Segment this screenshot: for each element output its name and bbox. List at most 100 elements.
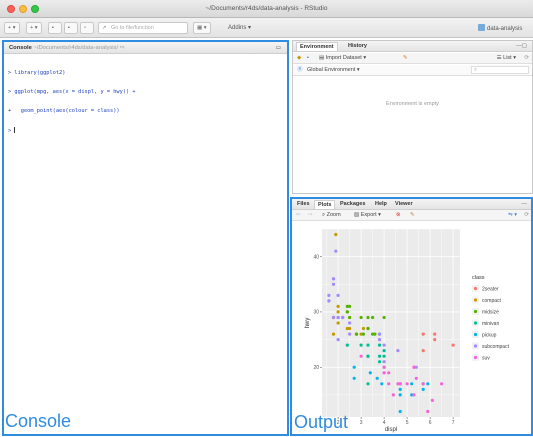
environment-empty-message: Environment is empty xyxy=(386,101,439,107)
data-point-pickup xyxy=(375,376,379,380)
legend-swatch-pickup xyxy=(473,332,478,337)
x-tick-label: 6 xyxy=(429,420,432,426)
data-point-subcompact xyxy=(327,299,331,303)
goto-file-input[interactable]: ➚ Go to file/function xyxy=(98,22,188,34)
legend-swatch-subcompact xyxy=(473,344,478,348)
r-logo-icon: Ⓡ xyxy=(297,67,303,73)
data-point-midsize xyxy=(359,315,363,320)
data-point-minivan xyxy=(366,343,370,347)
print-button[interactable]: ▫ xyxy=(80,22,94,34)
grid-icon: ▦ ▾ xyxy=(197,25,207,31)
output-overlay-label: Output xyxy=(294,412,349,432)
data-point-minivan xyxy=(377,360,382,364)
data-point-suv xyxy=(426,409,430,414)
data-point-midsize xyxy=(345,310,349,314)
data-point-compact xyxy=(336,304,340,308)
console-working-dir: ~/Documents/r4ds/data-analysis/ xyxy=(33,45,119,51)
x-tick-label: 3 xyxy=(360,420,363,426)
legend-swatch-2seater xyxy=(473,286,478,291)
text-cursor xyxy=(14,127,16,134)
ggplot-scatter-plot: 2 3 4 5 6 7203040displhwy class2seatercompact… xyxy=(305,228,510,433)
data-point-suv xyxy=(440,382,444,386)
data-point-compact xyxy=(336,310,340,314)
project-menu[interactable]: data-analysis xyxy=(478,24,522,32)
data-point-subcompact xyxy=(348,332,352,336)
x-axis-title: displ xyxy=(385,427,397,433)
print-icon: ▫ xyxy=(84,25,86,31)
goto-dir-icon[interactable]: ⇨ xyxy=(120,45,125,51)
save-all-button[interactable]: ▪ xyxy=(64,22,78,34)
plot-panel-background xyxy=(322,229,460,417)
legend-swatch-compact xyxy=(473,298,478,302)
import-dataset-label: Import Dataset ▾ xyxy=(325,55,367,61)
x-tick-label: 7 xyxy=(452,420,455,426)
tab-environment[interactable]: Environment xyxy=(296,42,338,51)
data-point-subcompact xyxy=(382,343,386,347)
data-point-pickup xyxy=(421,387,425,391)
tab-console[interactable]: Console ~/Documents/r4ds/data-analysis/ … xyxy=(6,44,128,53)
data-point-compact xyxy=(331,332,336,336)
legend-entry: suv xyxy=(482,356,490,362)
data-point-minivan xyxy=(366,354,370,358)
import-dataset-button[interactable]: ▤ Import Dataset ▾ xyxy=(319,55,366,62)
data-point-2seater xyxy=(421,349,425,353)
legend-swatch-minivan xyxy=(473,321,478,325)
console-output[interactable]: > library(ggplot2) > ggplot(mpg, aes(x =… xyxy=(8,57,136,148)
refresh-icon[interactable]: ⟳ xyxy=(524,55,529,62)
new-file-button[interactable]: + ▾ xyxy=(4,22,20,34)
console-line: > ggplot(mpg, aes(x = displ, y = hwy)) + xyxy=(8,89,136,96)
data-point-subcompact xyxy=(336,338,340,342)
data-point-midsize xyxy=(371,315,375,320)
data-point-suv xyxy=(396,382,400,386)
data-point-subcompact xyxy=(336,293,340,297)
minimize-pane-icon[interactable]: —▢ xyxy=(513,42,530,51)
data-point-midsize xyxy=(366,326,370,331)
data-point-midsize xyxy=(348,315,352,320)
data-point-subcompact xyxy=(336,315,340,320)
console-overlay-label: Console xyxy=(5,411,72,431)
data-point-suv xyxy=(359,354,363,358)
tab-history[interactable]: History xyxy=(345,42,370,51)
addins-menu[interactable]: Addins ▾ xyxy=(228,24,251,31)
legend-entry: 2seater xyxy=(482,287,499,293)
data-point-pickup xyxy=(398,387,402,391)
environment-tabs: Environment History —▢ xyxy=(293,41,532,52)
open-project-button[interactable]: + ▾ xyxy=(26,22,42,34)
data-point-suv xyxy=(387,382,391,386)
data-point-suv xyxy=(405,382,409,386)
new-file-icon: + xyxy=(8,25,12,31)
y-tick-label: 30 xyxy=(313,310,319,316)
data-point-midsize xyxy=(354,332,359,336)
list-view-button[interactable]: ☰ List ▾ xyxy=(497,55,516,62)
goto-arrow-icon: ➚ xyxy=(102,25,107,31)
save-button[interactable]: ▪ xyxy=(48,22,62,34)
data-point-suv xyxy=(387,371,391,375)
environment-search-input[interactable]: ⌕ xyxy=(471,66,529,74)
console-tab-label: Console xyxy=(9,45,32,51)
data-point-suv xyxy=(391,393,395,397)
environment-scope-bar: Ⓡ Global Environment ▾ ⌕ xyxy=(293,65,532,76)
save-icon: ▪ xyxy=(52,25,54,31)
pane-layout-button[interactable]: ▦ ▾ xyxy=(193,22,211,34)
maximize-pane-icon[interactable]: ▭ xyxy=(273,44,284,53)
data-point-2seater xyxy=(451,343,455,347)
table-icon: ▤ xyxy=(319,55,325,61)
data-point-compact xyxy=(336,321,340,325)
environment-pane: Environment History —▢ ◆ ▪ ▤ Import Data… xyxy=(292,40,533,194)
data-point-subcompact xyxy=(327,293,331,297)
data-point-2seater xyxy=(421,332,425,336)
data-point-midsize xyxy=(361,332,365,336)
data-point-subcompact xyxy=(331,315,336,320)
load-workspace-icon[interactable]: ◆ xyxy=(297,55,301,62)
broom-icon[interactable]: ✎ xyxy=(403,55,408,62)
data-point-subcompact xyxy=(377,338,382,342)
data-point-suv xyxy=(412,365,416,369)
data-point-minivan xyxy=(382,354,386,358)
data-point-pickup xyxy=(398,393,402,397)
data-point-suv xyxy=(382,371,386,375)
data-point-pickup xyxy=(368,371,372,375)
data-point-minivan xyxy=(377,354,382,358)
save-workspace-icon[interactable]: ▪ xyxy=(307,55,309,62)
environment-scope-select[interactable]: Global Environment ▾ xyxy=(307,67,360,74)
legend-entry: subcompact xyxy=(482,344,510,350)
